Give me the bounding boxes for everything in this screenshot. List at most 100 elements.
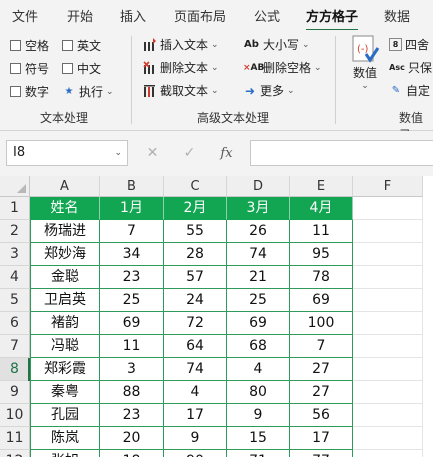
- checkbox-chinese[interactable]: 中文: [62, 60, 101, 77]
- table-cell[interactable]: 64: [164, 335, 227, 358]
- checkbox-space[interactable]: 空格: [10, 37, 49, 54]
- table-cell[interactable]: 27: [290, 358, 353, 381]
- column-header-b[interactable]: B: [100, 176, 164, 197]
- checkbox-box[interactable]: [10, 40, 21, 51]
- checkbox-box[interactable]: [10, 86, 21, 97]
- table-cell[interactable]: [353, 266, 423, 289]
- table-cell[interactable]: 74: [164, 358, 227, 381]
- table-cell[interactable]: 4: [227, 358, 290, 381]
- table-cell[interactable]: 11: [100, 335, 164, 358]
- chevron-down-icon[interactable]: ⌄: [114, 141, 122, 165]
- keep-only-button[interactable]: Asc 只保: [389, 59, 432, 76]
- table-cell[interactable]: 56: [290, 404, 353, 427]
- round-button[interactable]: 8 四舍: [389, 36, 429, 53]
- table-cell[interactable]: 25: [100, 289, 164, 312]
- table-cell[interactable]: 7: [290, 335, 353, 358]
- table-cell[interactable]: 20: [100, 427, 164, 450]
- table-cell[interactable]: 杨瑞进: [30, 220, 100, 243]
- row-header-4[interactable]: 4: [0, 266, 30, 289]
- more-button[interactable]: ➜ 更多 ⌄: [243, 82, 295, 99]
- table-cell[interactable]: 74: [227, 243, 290, 266]
- execute-button[interactable]: ★ 执行 ⌄: [62, 83, 114, 100]
- table-cell[interactable]: 4: [164, 381, 227, 404]
- table-cell[interactable]: 24: [164, 289, 227, 312]
- header-cell[interactable]: 4月: [290, 197, 353, 220]
- table-cell[interactable]: [353, 335, 423, 358]
- row-header-11[interactable]: 11: [0, 427, 30, 450]
- table-cell[interactable]: [353, 197, 423, 220]
- row-header-7[interactable]: 7: [0, 335, 30, 358]
- table-cell[interactable]: 78: [290, 266, 353, 289]
- column-header-d[interactable]: D: [227, 176, 290, 197]
- header-cell[interactable]: 3月: [227, 197, 290, 220]
- tab-insert[interactable]: 插入: [120, 6, 146, 25]
- table-cell[interactable]: [353, 289, 423, 312]
- tab-formulas[interactable]: 公式: [254, 6, 280, 25]
- table-cell[interactable]: 9: [164, 427, 227, 450]
- table-cell[interactable]: [353, 243, 423, 266]
- table-cell[interactable]: 郑妙海: [30, 243, 100, 266]
- table-cell[interactable]: 55: [164, 220, 227, 243]
- insert-text-button[interactable]: 插入文本 ⌄: [143, 36, 219, 53]
- column-header-a[interactable]: A: [30, 176, 100, 197]
- table-cell[interactable]: 90: [164, 450, 227, 457]
- name-box[interactable]: I8 ⌄: [6, 140, 128, 166]
- row-header-5[interactable]: 5: [0, 289, 30, 312]
- row-header-8[interactable]: 8: [0, 358, 30, 381]
- table-cell[interactable]: 88: [100, 381, 164, 404]
- table-cell[interactable]: [353, 381, 423, 404]
- row-header-2[interactable]: 2: [0, 220, 30, 243]
- table-cell[interactable]: 69: [290, 289, 353, 312]
- tab-data[interactable]: 数据: [384, 6, 410, 25]
- checkbox-box[interactable]: [62, 63, 73, 74]
- header-cell[interactable]: 姓名: [30, 197, 100, 220]
- extract-text-button[interactable]: 截取文本 ⌄: [143, 82, 219, 99]
- table-cell[interactable]: 15: [227, 427, 290, 450]
- row-header-10[interactable]: 10: [0, 404, 30, 427]
- checkbox-english[interactable]: 英文: [62, 37, 101, 54]
- table-cell[interactable]: 18: [100, 450, 164, 457]
- table-cell[interactable]: 郑彩霞: [30, 358, 100, 381]
- table-cell[interactable]: 72: [164, 312, 227, 335]
- table-cell[interactable]: 57: [164, 266, 227, 289]
- table-cell[interactable]: 张旭: [30, 450, 100, 457]
- row-header-12[interactable]: 12: [0, 450, 30, 457]
- table-cell[interactable]: 28: [164, 243, 227, 266]
- table-cell[interactable]: 68: [227, 335, 290, 358]
- table-cell[interactable]: 17: [164, 404, 227, 427]
- remove-spaces-button[interactable]: ×AB 删除空格 ⌄: [243, 59, 322, 76]
- tab-home[interactable]: 开始: [67, 6, 93, 25]
- table-cell[interactable]: 95: [290, 243, 353, 266]
- custom-button[interactable]: ✎ 自定: [389, 82, 430, 99]
- insert-function-icon[interactable]: fx: [208, 146, 245, 161]
- table-cell[interactable]: 23: [100, 404, 164, 427]
- table-cell[interactable]: 9: [227, 404, 290, 427]
- table-cell[interactable]: 69: [227, 312, 290, 335]
- row-header-3[interactable]: 3: [0, 243, 30, 266]
- enter-icon[interactable]: ✓: [171, 145, 208, 161]
- table-cell[interactable]: [353, 404, 423, 427]
- table-cell[interactable]: 金聪: [30, 266, 100, 289]
- header-cell[interactable]: 2月: [164, 197, 227, 220]
- checkbox-box[interactable]: [62, 40, 73, 51]
- select-all-corner[interactable]: [0, 176, 30, 197]
- table-cell[interactable]: 100: [290, 312, 353, 335]
- row-header-9[interactable]: 9: [0, 381, 30, 404]
- table-cell[interactable]: 26: [227, 220, 290, 243]
- table-cell[interactable]: 17: [290, 427, 353, 450]
- column-header-e[interactable]: E: [290, 176, 353, 197]
- checkbox-number[interactable]: 数字: [10, 83, 49, 100]
- cancel-icon[interactable]: ✕: [134, 145, 171, 161]
- table-cell[interactable]: 褚韵: [30, 312, 100, 335]
- header-cell[interactable]: 1月: [100, 197, 164, 220]
- tab-file[interactable]: 文件: [12, 6, 38, 25]
- table-cell[interactable]: 80: [227, 381, 290, 404]
- table-cell[interactable]: 27: [290, 381, 353, 404]
- table-cell[interactable]: 11: [290, 220, 353, 243]
- delete-text-button[interactable]: 删除文本 ⌄: [143, 59, 219, 76]
- table-cell[interactable]: [353, 220, 423, 243]
- table-cell[interactable]: 34: [100, 243, 164, 266]
- row-header-6[interactable]: 6: [0, 312, 30, 335]
- table-cell[interactable]: [353, 358, 423, 381]
- table-cell[interactable]: 23: [100, 266, 164, 289]
